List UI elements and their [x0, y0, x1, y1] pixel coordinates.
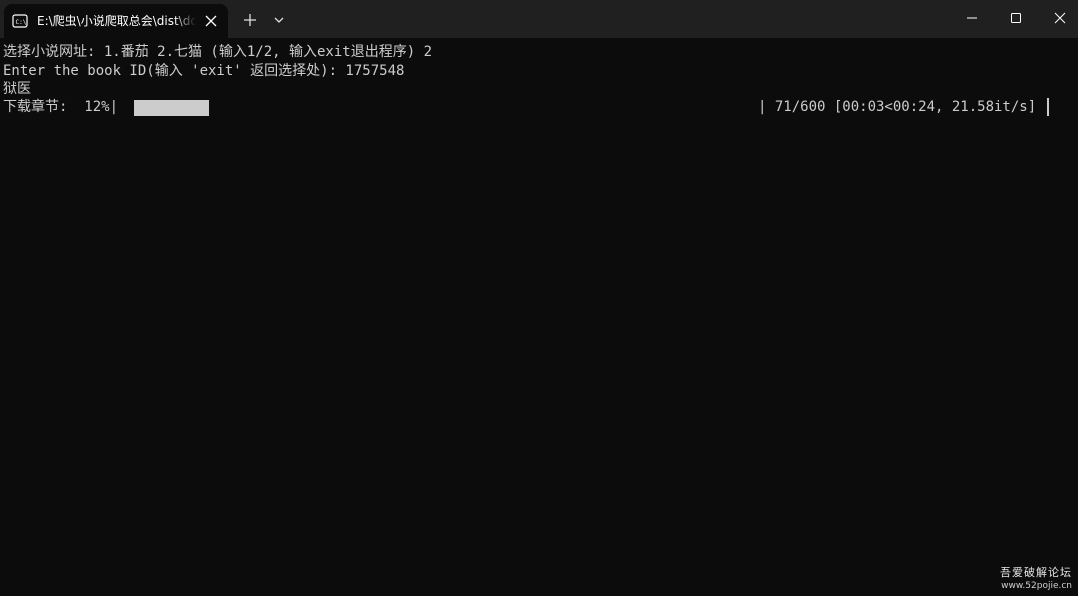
- maximize-button[interactable]: [992, 0, 1038, 34]
- text-cursor: [1047, 98, 1049, 116]
- watermark: 吾爱破解论坛 www.52pojie.cn: [1000, 566, 1072, 592]
- prompt-book-id: Enter the book ID(输入 'exit' 返回选择处): 1757…: [3, 63, 405, 79]
- progress-label: 下载章节: 12%|: [3, 99, 119, 115]
- progress-bar-fill: [134, 100, 209, 116]
- terminal-window: C:\ E:\爬虫\小说爬取总会\dist\dow 选择小说网址: 1.番茄 2…: [0, 0, 1078, 596]
- prompt-site-choice: 选择小说网址: 1.番茄 2.七猫 (输入1/2, 输入exit退出程序) 2: [3, 44, 433, 60]
- svg-text:C:\: C:\: [16, 19, 27, 26]
- active-tab[interactable]: C:\ E:\爬虫\小说爬取总会\dist\dow: [4, 4, 228, 38]
- terminal-icon: C:\: [12, 14, 28, 28]
- watermark-title: 吾爱破解论坛: [1000, 566, 1072, 579]
- watermark-url: www.52pojie.cn: [1001, 581, 1072, 591]
- new-tab-icon[interactable]: [237, 8, 263, 32]
- terminal-output[interactable]: 选择小说网址: 1.番茄 2.七猫 (输入1/2, 输入exit退出程序) 2 …: [0, 38, 1078, 596]
- minimize-button[interactable]: [948, 0, 994, 34]
- title-bar[interactable]: C:\ E:\爬虫\小说爬取总会\dist\dow: [0, 0, 1078, 38]
- chevron-down-icon[interactable]: [266, 8, 292, 32]
- book-title: 狱医: [3, 81, 31, 97]
- tab-title: E:\爬虫\小说爬取总会\dist\dow: [37, 14, 195, 28]
- minimize-icon: [967, 17, 977, 19]
- maximize-icon: [1011, 13, 1021, 23]
- tab-close-icon[interactable]: [202, 12, 220, 30]
- close-window-button[interactable]: [1036, 0, 1078, 34]
- progress-stats: | 71/600 [00:03<00:24, 21.58it/s]: [758, 99, 1037, 115]
- tab-title-fade: [174, 10, 196, 32]
- close-icon: [1054, 12, 1066, 24]
